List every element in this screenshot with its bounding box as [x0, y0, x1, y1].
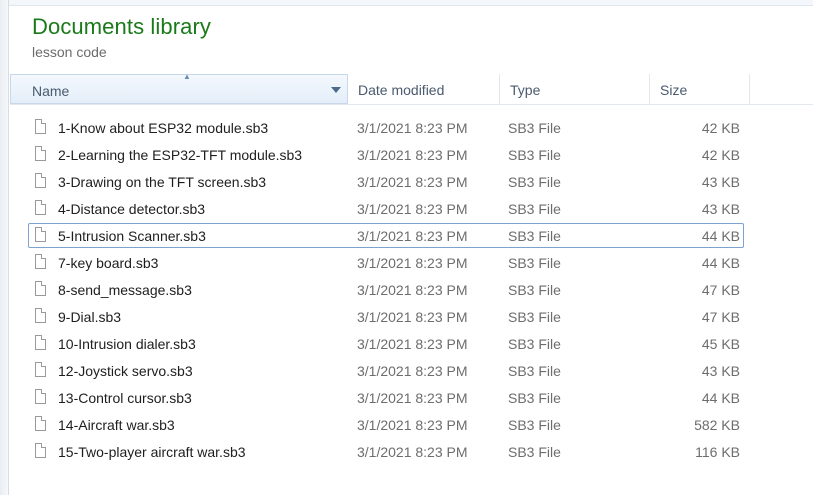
file-name: 13-Control cursor.sb3 [58, 390, 192, 406]
file-icon [35, 146, 46, 161]
file-icon [35, 173, 46, 188]
file-size: 45 KB [701, 336, 740, 352]
file-date: 3/1/2021 8:23 PM [357, 228, 468, 244]
file-type: SB3 File [508, 228, 561, 244]
file-row[interactable]: 14-Aircraft war.sb3 3/1/2021 8:23 PM SB3… [28, 412, 744, 437]
file-icon [35, 362, 46, 377]
file-type: SB3 File [508, 444, 561, 460]
file-date: 3/1/2021 8:23 PM [357, 147, 468, 163]
file-type: SB3 File [508, 390, 561, 406]
file-name: 2-Learning the ESP32-TFT module.sb3 [58, 147, 303, 163]
file-row[interactable]: 13-Control cursor.sb3 3/1/2021 8:23 PM S… [28, 385, 744, 410]
file-name: 10-Intrusion dialer.sb3 [58, 336, 196, 352]
file-row[interactable]: 10-Intrusion dialer.sb3 3/1/2021 8:23 PM… [28, 331, 744, 356]
file-name: 4-Distance detector.sb3 [58, 201, 206, 217]
file-name: 8-send_message.sb3 [58, 282, 192, 298]
file-date: 3/1/2021 8:23 PM [357, 336, 468, 352]
column-header-date[interactable]: Date modified [348, 74, 500, 104]
file-size: 116 KB [695, 444, 740, 460]
file-size: 44 KB [701, 255, 740, 271]
file-date: 3/1/2021 8:23 PM [357, 444, 468, 460]
file-row[interactable]: 4-Distance detector.sb3 3/1/2021 8:23 PM… [28, 196, 744, 221]
column-header-name-label: Name [32, 83, 70, 99]
column-dropdown-icon[interactable] [331, 87, 341, 93]
column-header-size-label: Size [660, 82, 688, 98]
column-header-date-label: Date modified [358, 82, 445, 98]
file-name: 15-Two-player aircraft war.sb3 [58, 444, 246, 460]
file-size: 47 KB [701, 309, 740, 325]
column-header-type[interactable]: Type [500, 74, 650, 104]
file-icon [35, 308, 46, 323]
file-icon [35, 335, 46, 350]
window-top-border [0, 0, 813, 6]
file-date: 3/1/2021 8:23 PM [357, 417, 468, 433]
file-row[interactable]: 7-key board.sb3 3/1/2021 8:23 PM SB3 Fil… [28, 250, 744, 275]
file-size: 44 KB [701, 228, 740, 244]
file-type: SB3 File [508, 363, 561, 379]
file-row[interactable]: 9-Dial.sb3 3/1/2021 8:23 PM SB3 File 47 … [28, 304, 744, 329]
file-size: 582 KB [694, 417, 740, 433]
file-row[interactable]: 1-Know about ESP32 module.sb3 3/1/2021 8… [28, 115, 744, 140]
file-name: 7-key board.sb3 [58, 255, 159, 271]
file-row[interactable]: 8-send_message.sb3 3/1/2021 8:23 PM SB3 … [28, 277, 744, 302]
file-name: 5-Intrusion Scanner.sb3 [58, 228, 206, 244]
file-size: 47 KB [701, 282, 740, 298]
file-size: 42 KB [701, 120, 740, 136]
file-type: SB3 File [508, 147, 561, 163]
file-size: 43 KB [701, 174, 740, 190]
sort-ascending-icon: ▲ [183, 72, 191, 81]
file-name: 1-Know about ESP32 module.sb3 [58, 120, 269, 136]
file-date: 3/1/2021 8:23 PM [357, 282, 468, 298]
file-name: 12-Joystick servo.sb3 [58, 363, 193, 379]
file-name: 14-Aircraft war.sb3 [58, 417, 175, 433]
library-header: Documents library lesson code [32, 14, 211, 60]
file-type: SB3 File [508, 120, 561, 136]
column-header-name[interactable]: ▲ Name [10, 72, 348, 104]
file-icon [35, 389, 46, 404]
file-date: 3/1/2021 8:23 PM [357, 363, 468, 379]
file-date: 3/1/2021 8:23 PM [357, 174, 468, 190]
file-type: SB3 File [508, 255, 561, 271]
column-header-type-label: Type [510, 82, 541, 98]
file-icon [35, 200, 46, 215]
navigation-pane-edge[interactable] [0, 0, 9, 495]
file-date: 3/1/2021 8:23 PM [357, 309, 468, 325]
file-size: 43 KB [701, 201, 740, 217]
file-date: 3/1/2021 8:23 PM [357, 120, 468, 136]
file-row[interactable]: 2-Learning the ESP32-TFT module.sb3 3/1/… [28, 142, 744, 167]
file-row-focused[interactable]: 5-Intrusion Scanner.sb3 3/1/2021 8:23 PM… [28, 223, 744, 248]
file-icon [35, 254, 46, 269]
file-icon [35, 443, 46, 458]
file-type: SB3 File [508, 282, 561, 298]
file-row[interactable]: 15-Two-player aircraft war.sb3 3/1/2021 … [28, 439, 744, 464]
file-type: SB3 File [508, 417, 561, 433]
file-date: 3/1/2021 8:23 PM [357, 255, 468, 271]
file-date: 3/1/2021 8:23 PM [357, 390, 468, 406]
library-title: Documents library [32, 14, 211, 39]
file-row[interactable]: 3-Drawing on the TFT screen.sb3 3/1/2021… [28, 169, 744, 194]
file-date: 3/1/2021 8:23 PM [357, 201, 468, 217]
column-header-size[interactable]: Size [650, 74, 750, 104]
file-icon [35, 227, 46, 242]
file-icon [35, 281, 46, 296]
column-header-bar: ▲ Name Date modified Type Size [10, 72, 813, 105]
file-type: SB3 File [508, 174, 561, 190]
file-type: SB3 File [508, 336, 561, 352]
file-icon [35, 416, 46, 431]
file-icon [35, 119, 46, 134]
file-size: 44 KB [701, 390, 740, 406]
file-name: 9-Dial.sb3 [58, 309, 122, 325]
library-subtitle: lesson code [32, 44, 107, 60]
file-type: SB3 File [508, 201, 561, 217]
file-name: 3-Drawing on the TFT screen.sb3 [58, 174, 267, 190]
file-type: SB3 File [508, 309, 561, 325]
file-size: 42 KB [701, 147, 740, 163]
file-size: 43 KB [701, 363, 740, 379]
file-row[interactable]: 12-Joystick servo.sb3 3/1/2021 8:23 PM S… [28, 358, 744, 383]
